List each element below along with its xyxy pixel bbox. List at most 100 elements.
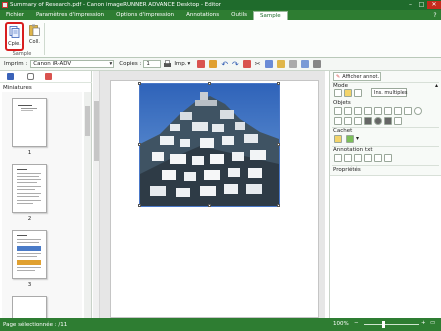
resize-handle[interactable]: [277, 204, 280, 207]
tab-annotations[interactable]: Annotations: [180, 11, 225, 20]
page-number: 1: [27, 150, 32, 156]
zoom-mode-icon[interactable]: [354, 89, 362, 97]
maximize-button[interactable]: □: [416, 1, 427, 9]
resize-handle[interactable]: [208, 204, 211, 207]
stamp-section-title: Cachet: [333, 128, 353, 134]
paste-button[interactable]: Coll.: [25, 22, 44, 51]
help-icon[interactable]: ?: [429, 11, 441, 20]
show-annotations-button[interactable]: ✎ Afficher annot.: [333, 72, 381, 81]
resize-handle[interactable]: [138, 82, 141, 85]
underline-icon[interactable]: [354, 154, 362, 162]
annotation-icon: ✎: [336, 73, 341, 80]
settings-icon[interactable]: [312, 60, 321, 68]
comment-icon[interactable]: [27, 73, 34, 80]
tab-sample[interactable]: Sample: [253, 11, 288, 20]
resize-handle[interactable]: [138, 143, 141, 146]
textbox-icon[interactable]: [344, 107, 352, 115]
insert-page-icon[interactable]: [209, 60, 218, 68]
ribbon-tabs: Fichier Paramètres d'impression Options …: [0, 10, 441, 20]
polygon-icon[interactable]: [344, 117, 352, 125]
text-annotation-section-title: Annotation txt: [333, 147, 373, 153]
redo-icon[interactable]: ↷: [232, 60, 239, 69]
selected-page-status: Page sélectionnée : /11: [3, 321, 68, 328]
resize-handle[interactable]: [277, 143, 280, 146]
highlight-icon[interactable]: [344, 154, 352, 162]
page-thumbnail[interactable]: [12, 230, 47, 279]
line-icon[interactable]: [384, 107, 392, 115]
freehand-icon[interactable]: [334, 117, 342, 125]
view-icon[interactable]: [300, 60, 309, 68]
status-bar: Page sélectionnée : /11 100% − + ▭: [0, 318, 441, 331]
minimize-button[interactable]: –: [405, 1, 416, 9]
stamp-icon[interactable]: [334, 135, 342, 143]
copy-icon: [9, 26, 20, 38]
thumbnail-scrollbar[interactable]: [84, 92, 91, 318]
close-button[interactable]: ✕: [427, 1, 441, 9]
pages-icon[interactable]: [7, 73, 14, 80]
paste-icon[interactable]: [276, 60, 285, 68]
ellipse-icon[interactable]: [414, 107, 422, 115]
page-preview: [17, 235, 41, 271]
copy-button[interactable]: Cpie.: [5, 22, 24, 51]
select-mode-icon[interactable]: [334, 89, 342, 97]
zoom-in-icon[interactable]: +: [421, 320, 426, 326]
chevron-down-icon[interactable]: ▾: [188, 61, 191, 67]
resize-handle[interactable]: [138, 204, 141, 207]
undo-icon[interactable]: ↶: [221, 60, 228, 69]
copy-icon[interactable]: [264, 60, 273, 68]
polyline-icon[interactable]: [354, 117, 362, 125]
ribbon-group-label: Sample: [12, 51, 32, 57]
filled-ellipse-icon[interactable]: [374, 117, 382, 125]
zoom-slider-thumb[interactable]: [382, 321, 385, 328]
selected-image[interactable]: [138, 82, 280, 207]
strikeout-icon[interactable]: [364, 154, 372, 162]
print-preview-icon[interactable]: [288, 60, 297, 68]
filled-polygon-icon[interactable]: [384, 117, 392, 125]
annotation-panel: ✎ Afficher annot. Mode ▴ Ins. multiples …: [329, 71, 441, 318]
text-icon[interactable]: [334, 107, 342, 115]
page-thumbnail[interactable]: [12, 164, 47, 213]
page-thumbnail[interactable]: [12, 98, 47, 147]
chevron-down-icon[interactable]: ▾: [356, 135, 359, 142]
fit-page-icon[interactable]: ▭: [430, 320, 435, 326]
tab-parametres-impression[interactable]: Paramètres d'impression: [30, 11, 110, 20]
highlight-text-icon[interactable]: [354, 107, 362, 115]
tab-outils[interactable]: Outils: [225, 11, 253, 20]
zoom-level: 100%: [333, 321, 349, 327]
resize-handle[interactable]: [277, 82, 280, 85]
printer-icon[interactable]: [163, 60, 172, 68]
thumbnails-title: Miniatures: [3, 85, 32, 91]
printer-select[interactable]: Canon iR-ADV ▾: [30, 60, 115, 68]
text-comment-icon[interactable]: [374, 154, 382, 162]
filled-rectangle-icon[interactable]: [364, 117, 372, 125]
stamp-color-icon[interactable]: [346, 135, 354, 143]
scrollbar-thumb[interactable]: [94, 101, 99, 161]
arrow-icon[interactable]: [394, 107, 402, 115]
attachment-icon[interactable]: [384, 154, 392, 162]
resize-handle[interactable]: [208, 82, 211, 85]
note-icon[interactable]: [334, 154, 342, 162]
cut-icon[interactable]: ✂: [255, 60, 261, 68]
rectangle-icon[interactable]: [404, 107, 412, 115]
copies-stepper[interactable]: 1: [143, 60, 162, 68]
canvas-scrollbar[interactable]: [93, 71, 100, 318]
delete-page-icon[interactable]: [197, 60, 206, 68]
stamp-text-icon[interactable]: [364, 107, 372, 115]
zoom-out-icon[interactable]: −: [354, 320, 359, 326]
tab-options-impression[interactable]: Options d'impression: [110, 11, 180, 20]
print-label[interactable]: Imp.: [174, 61, 186, 67]
tab-fichier[interactable]: Fichier: [0, 11, 30, 20]
multiple-images-button[interactable]: Ins. multiples: [371, 88, 407, 97]
collapse-icon[interactable]: ▴: [435, 82, 438, 89]
properties-area: [330, 175, 441, 318]
hand-mode-icon[interactable]: [344, 89, 352, 97]
rotate-icon[interactable]: [242, 60, 251, 68]
scrollbar-thumb[interactable]: [85, 106, 90, 136]
page-thumbnail[interactable]: [12, 296, 47, 318]
document-page[interactable]: [110, 80, 319, 318]
bookmark-icon[interactable]: [45, 73, 52, 80]
pen-icon[interactable]: [374, 107, 382, 115]
zoom-slider-track[interactable]: [364, 324, 419, 325]
properties-section-title: Propriétés: [333, 167, 361, 173]
link-icon[interactable]: [394, 117, 402, 125]
